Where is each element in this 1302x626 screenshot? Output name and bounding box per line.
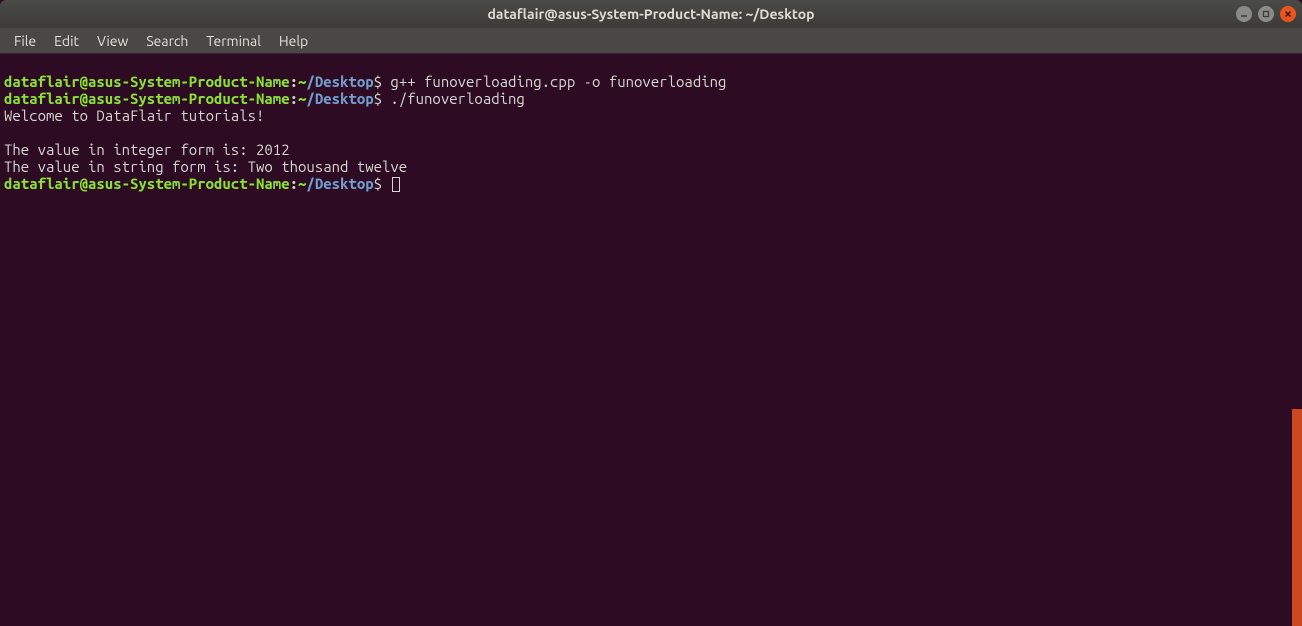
output-line-2: The value in integer form is: 2012	[4, 141, 290, 158]
prompt-path: /Desktop	[306, 90, 373, 107]
prompt-colon: :	[290, 90, 298, 107]
command-2: ./funoverloading	[382, 90, 525, 107]
prompt-user: dataflair@asus-System-Product-Name	[4, 90, 290, 107]
menu-terminal[interactable]: Terminal	[198, 31, 269, 51]
prompt-user: dataflair@asus-System-Product-Name	[4, 73, 290, 90]
menu-help[interactable]: Help	[271, 31, 316, 51]
scrollbar[interactable]	[1292, 409, 1302, 626]
terminal-window: dataflair@asus-System-Product-Name: ~/De…	[0, 0, 1302, 626]
output-line-3: The value in string form is: Two thousan…	[4, 158, 407, 175]
menubar[interactable]: File Edit View Search Terminal Help	[0, 28, 1302, 54]
prompt-dollar: $	[374, 73, 382, 90]
menu-edit[interactable]: Edit	[46, 31, 87, 51]
cursor-icon	[392, 177, 400, 192]
prompt-colon: :	[290, 175, 298, 192]
prompt-dollar: $	[374, 90, 382, 107]
titlebar[interactable]: dataflair@asus-System-Product-Name: ~/De…	[0, 0, 1302, 28]
prompt-line-1: dataflair@asus-System-Product-Name:~/Des…	[4, 73, 726, 90]
window-controls	[1236, 6, 1296, 22]
command-1: g++ funoverloading.cpp -o funoverloading	[382, 73, 726, 90]
menu-view[interactable]: View	[89, 31, 136, 51]
prompt-line-2: dataflair@asus-System-Product-Name:~/Des…	[4, 90, 525, 107]
output-line-1: Welcome to DataFlair tutorials!	[4, 107, 264, 124]
close-button[interactable]	[1280, 6, 1296, 22]
prompt-path: /Desktop	[306, 175, 373, 192]
terminal-area[interactable]: dataflair@asus-System-Product-Name:~/Des…	[0, 54, 1302, 626]
prompt-dollar: $	[374, 175, 382, 192]
maximize-button[interactable]	[1258, 6, 1274, 22]
prompt-path: /Desktop	[306, 73, 373, 90]
prompt-colon: :	[290, 73, 298, 90]
menu-file[interactable]: File	[6, 31, 44, 51]
window-title: dataflair@asus-System-Product-Name: ~/De…	[487, 6, 814, 22]
prompt-line-3: dataflair@asus-System-Product-Name:~/Des…	[4, 175, 400, 192]
menu-search[interactable]: Search	[138, 31, 196, 51]
command-3	[382, 175, 390, 192]
minimize-button[interactable]	[1236, 6, 1252, 22]
prompt-user: dataflair@asus-System-Product-Name	[4, 175, 290, 192]
